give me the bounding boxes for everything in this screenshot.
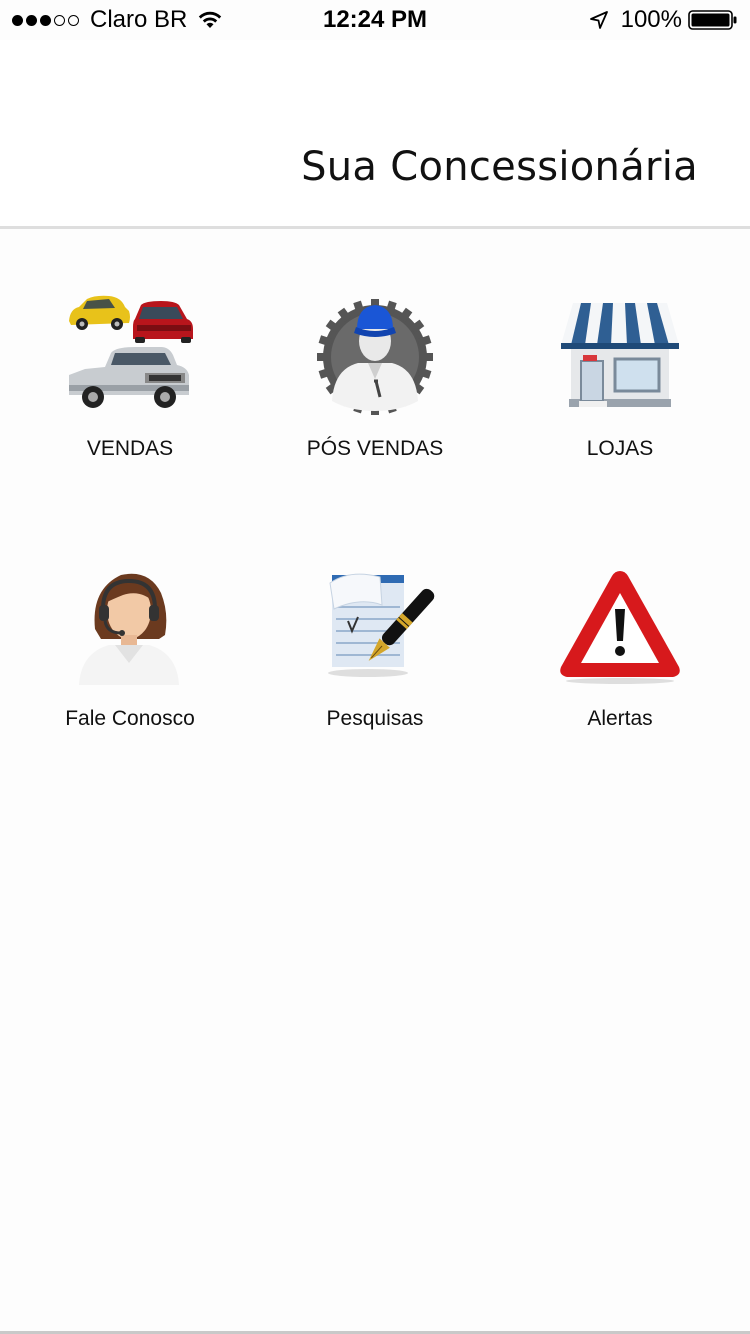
battery-icon [688, 10, 737, 30]
menu-item-lojas[interactable]: LOJAS [495, 289, 745, 519]
status-right: 100% [589, 6, 738, 34]
app-screen: Claro BR 12:24 PM 100% Sua Concessionári… [0, 0, 750, 1334]
menu-item-vendas[interactable]: VENDAS [5, 289, 255, 519]
mechanic-gear-icon [317, 299, 433, 415]
menu-item-label: Pesquisas [326, 707, 424, 730]
warning-triangle-icon [560, 571, 680, 684]
app-header: Sua Concessionária [0, 40, 750, 226]
gear-tooth [421, 353, 433, 361]
notepad-pen-icon [328, 573, 435, 677]
menu-item-label: Alertas [587, 707, 653, 730]
cars-icon [69, 295, 193, 408]
gear-tooth [317, 353, 329, 361]
page-title: Sua Concessionária [301, 144, 698, 190]
menu-item-label: LOJAS [586, 437, 654, 460]
menu-item-pos-vendas[interactable]: PÓS VENDAS [250, 289, 500, 519]
menu-item-label: PÓS VENDAS [306, 437, 444, 460]
menu-item-fale-conosco[interactable]: Fale Conosco [5, 559, 255, 789]
menu-item-label: Fale Conosco [65, 707, 195, 730]
header-divider [0, 226, 750, 229]
menu-item-label: VENDAS [86, 437, 174, 460]
battery-percentage: 100% [620, 6, 682, 33]
storefront-icon [561, 303, 679, 407]
headset-agent-icon [79, 573, 179, 685]
location-arrow-icon [589, 11, 608, 29]
status-bar: Claro BR 12:24 PM 100% [0, 0, 750, 40]
menu-item-pesquisas[interactable]: Pesquisas [250, 559, 500, 789]
menu-item-alertas[interactable]: Alertas [495, 559, 745, 789]
